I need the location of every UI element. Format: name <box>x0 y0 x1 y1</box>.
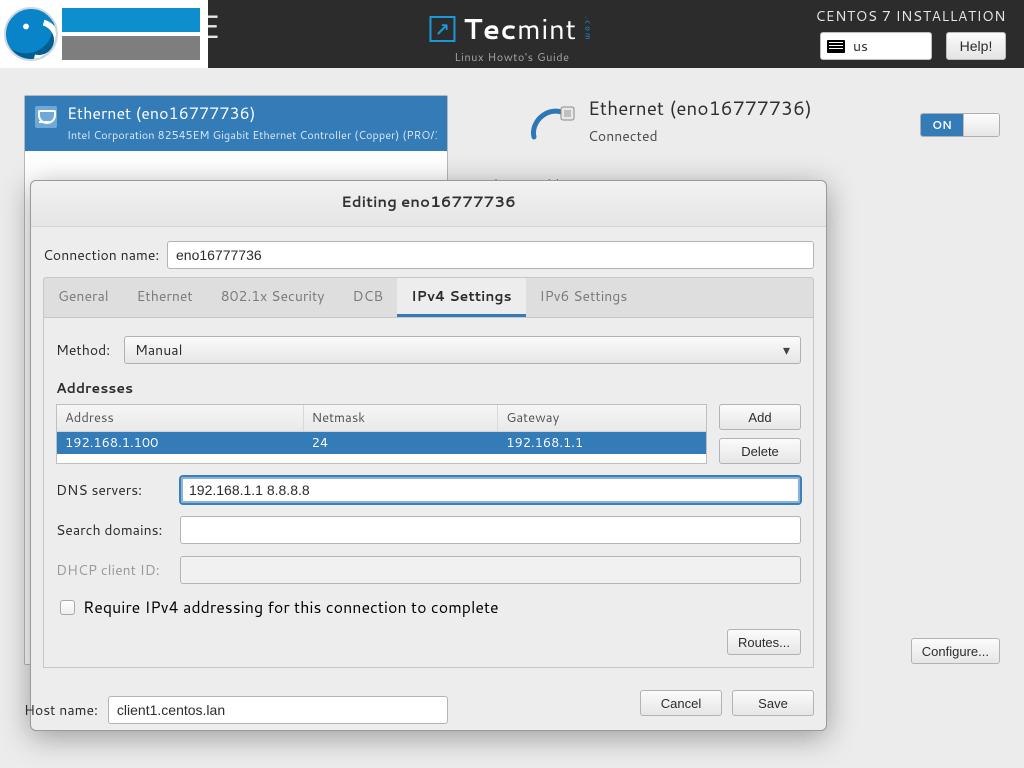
cell-netmask: 24 <box>304 432 499 454</box>
edit-connection-dialog: Editing eno16777736 Connection name: Gen… <box>30 180 827 731</box>
installer-title: CENTOS 7 INSTALLATION <box>815 6 1006 26</box>
delete-address-button[interactable]: Delete <box>719 438 801 464</box>
cell-gateway: 192.168.1.1 <box>498 432 706 454</box>
ethernet-plug-icon <box>35 106 57 128</box>
logo-icon <box>4 7 58 61</box>
col-netmask: Netmask <box>304 405 499 431</box>
addresses-table-header: Address Netmask Gateway <box>57 405 706 432</box>
brand-subtitle: Linux Howto's Guide <box>429 49 594 65</box>
hostname-label: Host name: <box>24 700 98 720</box>
keyboard-layout-selector[interactable]: us <box>820 32 932 60</box>
dns-servers-input[interactable] <box>180 476 801 504</box>
tab-ethernet[interactable]: Ethernet <box>123 278 207 317</box>
tab-ipv4[interactable]: IPv4 Settings <box>397 278 525 317</box>
cancel-button[interactable]: Cancel <box>640 690 722 716</box>
dialog-title: Editing eno16777736 <box>31 181 826 227</box>
search-domains-label: Search domains: <box>56 520 180 540</box>
top-banner: E Tecmint .com Linux Howto's Guide CENTO… <box>0 0 1024 68</box>
method-selected-value: Manual <box>135 340 182 360</box>
help-button[interactable]: Help! <box>946 32 1006 60</box>
col-address: Address <box>57 405 304 431</box>
tab-dcb[interactable]: DCB <box>338 278 397 317</box>
connection-detail-status: Connected <box>588 126 812 146</box>
addresses-table[interactable]: Address Netmask Gateway 192.168.1.100 24… <box>56 404 707 464</box>
brand-dotcom: .com <box>583 16 595 42</box>
settings-tabs: General Ethernet 802.1x Security DCB IPv… <box>43 277 814 318</box>
method-select[interactable]: Manual <box>124 336 801 364</box>
require-ipv4-checkbox[interactable] <box>60 600 75 615</box>
search-domains-input[interactable] <box>180 516 801 544</box>
method-label: Method: <box>56 340 124 360</box>
connection-detail-pane: Ethernet (eno16777736) Connected ON Hard… <box>466 95 1000 146</box>
require-ipv4-label: Require IPv4 addressing for this connect… <box>83 596 499 619</box>
connection-toggle[interactable]: ON <box>920 113 1000 137</box>
brand: Tecmint .com Linux Howto's Guide <box>429 9 594 65</box>
routes-button[interactable]: Routes... <box>727 629 801 655</box>
dns-servers-label: DNS servers: <box>56 480 180 500</box>
banner-right: CENTOS 7 INSTALLATION us Help! <box>815 6 1006 60</box>
keyboard-layout-label: us <box>853 36 868 56</box>
dhcp-client-id-label: DHCP client ID: <box>56 560 180 580</box>
dhcp-client-id-input <box>180 556 801 584</box>
logo-bars <box>62 8 200 60</box>
brand-arrow-icon <box>429 16 455 42</box>
brand-bold: Tec <box>463 9 517 49</box>
ipv4-settings-pane: Method: Manual Addresses Address Netmask… <box>43 318 814 668</box>
cell-address: 192.168.1.100 <box>57 432 304 454</box>
require-ipv4-row[interactable]: Require IPv4 addressing for this connect… <box>60 596 801 619</box>
tab-8021x[interactable]: 802.1x Security <box>207 278 339 317</box>
save-button[interactable]: Save <box>732 690 814 716</box>
site-logo-overlay <box>0 0 208 68</box>
connection-item-subtitle: Intel Corporation 82545EM Gigabit Ethern… <box>67 127 437 143</box>
table-row[interactable]: 192.168.1.100 24 192.168.1.1 <box>57 432 706 454</box>
toggle-knob <box>963 114 999 136</box>
connection-name-input[interactable] <box>167 241 814 269</box>
connection-list-item-selected[interactable]: Ethernet (eno16777736) Intel Corporation… <box>25 96 447 151</box>
addresses-section-label: Addresses <box>56 378 801 398</box>
content-area: Ethernet (eno16777736) Intel Corporation… <box>0 68 1024 768</box>
tab-general[interactable]: General <box>44 278 123 317</box>
toggle-on-label: ON <box>921 114 963 136</box>
ethernet-cable-icon <box>528 101 576 145</box>
keyboard-icon <box>827 40 845 53</box>
add-address-button[interactable]: Add <box>719 404 801 430</box>
tab-ipv6[interactable]: IPv6 Settings <box>526 278 642 317</box>
connection-item-title: Ethernet (eno16777736) <box>67 102 437 125</box>
col-gateway: Gateway <box>498 405 706 431</box>
configure-button[interactable]: Configure... <box>911 638 1000 664</box>
connection-detail-title: Ethernet (eno16777736) <box>588 95 812 122</box>
hostname-row: Host name: <box>24 696 448 724</box>
connection-name-label: Connection name: <box>43 245 167 265</box>
hostname-input[interactable] <box>108 696 448 724</box>
brand-light: mint <box>517 9 577 49</box>
